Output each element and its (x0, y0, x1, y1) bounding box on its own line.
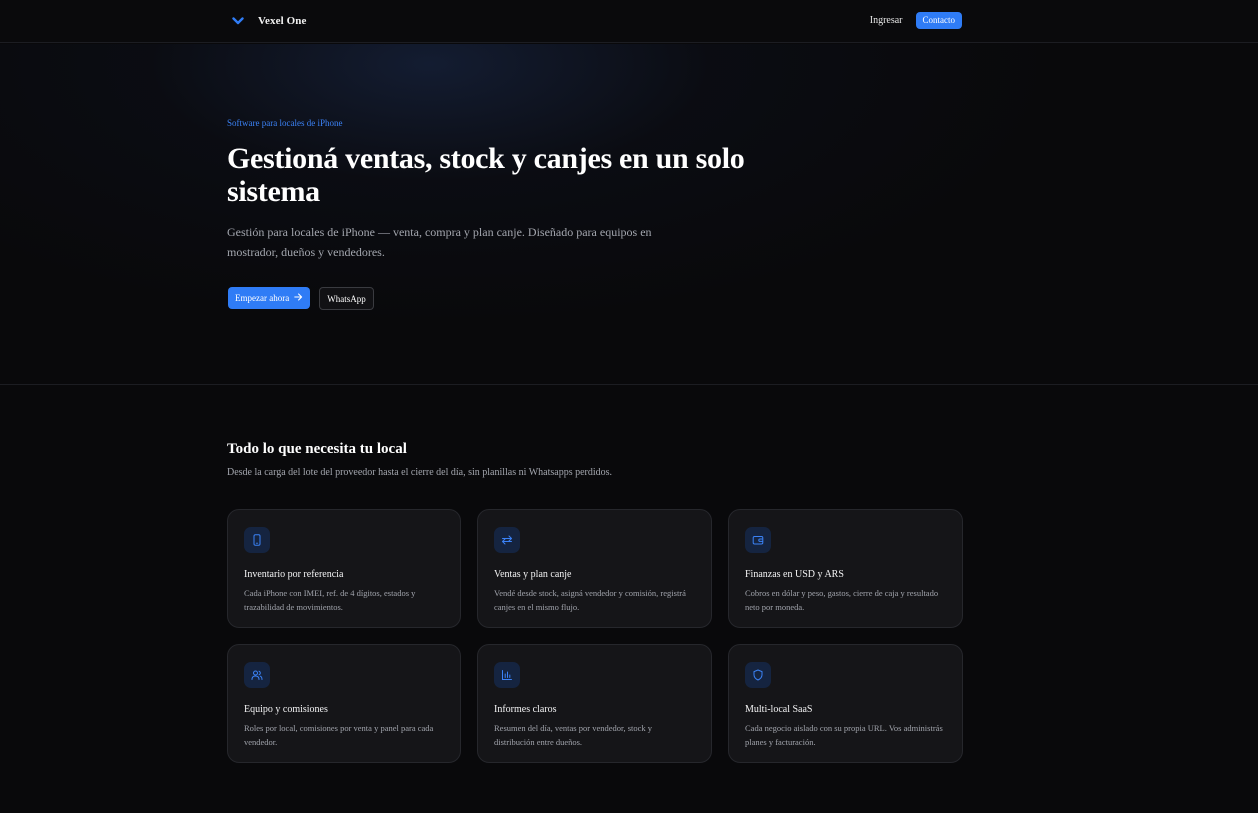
feature-card-title: Finanzas en USD y ARS (745, 569, 844, 580)
features-grid: Inventario por referencia Cada iPhone co… (227, 509, 963, 763)
hero-subtitle: Gestión para locales de iPhone — venta, … (227, 225, 652, 259)
feature-card-description: Resumen del día, ventas por vendedor, st… (494, 723, 653, 747)
feature-card-description: Cada iPhone con IMEI, ref. de 4 dígitos,… (244, 588, 416, 612)
smartphone-icon (244, 527, 270, 553)
swap-arrows-icon (494, 527, 520, 553)
hero-section: Software para locales de iPhone Gestioná… (0, 44, 1258, 385)
brand[interactable]: Vexel One (232, 12, 306, 30)
feature-card-description: Vendé desde stock, asigná vendedor y com… (494, 588, 686, 612)
login-link[interactable]: Ingresar (870, 15, 903, 26)
hero-eyebrow: Software para locales de iPhone (227, 118, 343, 128)
feature-card-finance: Finanzas en USD y ARS Cobros en dólar y … (728, 509, 963, 628)
arrow-right-icon (294, 293, 303, 303)
features-title: Todo lo que necesita tu local (227, 441, 407, 457)
feature-card-team: Equipo y comisiones Roles por local, com… (227, 644, 461, 763)
start-now-button[interactable]: Empezar ahora (228, 287, 311, 309)
feature-card-title: Ventas y plan canje (494, 569, 572, 580)
features-subtitle: Desde la carga del lote del proveedor ha… (227, 467, 613, 478)
nav-actions: Ingresar Contacto (870, 12, 962, 29)
hero-title: Gestioná ventas, stock y canjes en un so… (227, 142, 745, 208)
hero-buttons: Empezar ahora WhatsApp (228, 287, 374, 310)
feature-card-sales: Ventas y plan canje Vendé desde stock, a… (477, 509, 712, 628)
feature-card-description: Cobros en dólar y peso, gastos, cierre d… (745, 588, 939, 612)
users-icon (244, 662, 270, 688)
chevron-down-icon (232, 16, 244, 26)
feature-card-inventory: Inventario por referencia Cada iPhone co… (227, 509, 461, 628)
feature-card-title: Inventario por referencia (244, 569, 344, 580)
feature-card-title: Informes claros (494, 704, 557, 715)
brand-name: Vexel One (258, 15, 307, 27)
feature-card-description: Cada negocio aislado con su propia URL. … (745, 723, 943, 747)
whatsapp-button[interactable]: WhatsApp (319, 287, 374, 310)
feature-card-description: Roles por local, comisiones por venta y … (244, 723, 434, 747)
bar-chart-icon (494, 662, 520, 688)
start-now-label: Empezar ahora (235, 293, 290, 303)
top-navbar: Vexel One Ingresar Contacto (0, 0, 1258, 43)
feature-card-title: Equipo y comisiones (244, 704, 328, 715)
feature-card-title: Multi-local SaaS (745, 704, 813, 715)
wallet-icon (745, 527, 771, 553)
feature-card-multilocal: Multi-local SaaS Cada negocio aislado co… (728, 644, 963, 763)
contact-button[interactable]: Contacto (915, 12, 962, 29)
feature-card-reports: Informes claros Resumen del día, ventas … (477, 644, 712, 763)
shield-icon (745, 662, 771, 688)
